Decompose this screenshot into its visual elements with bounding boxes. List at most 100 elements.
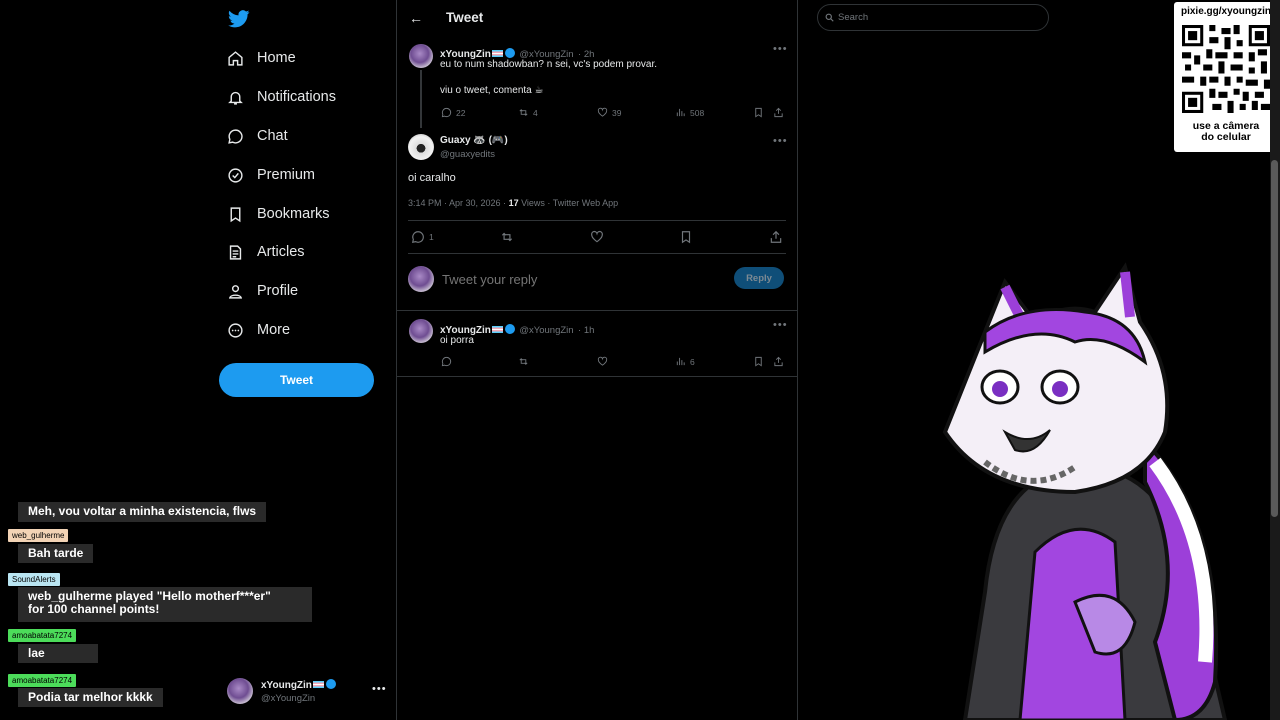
like-button[interactable]: 39 [597,107,621,118]
trans-flag-icon [491,326,503,333]
heart-icon [591,230,603,243]
chat-message: web_gulherme played "Hello motherf***er"… [18,587,312,622]
nav-label-notifications: Notifications [257,89,336,105]
divider [397,310,797,311]
twitter-logo-icon[interactable] [228,10,250,28]
reply-icon [441,107,452,118]
nav-item-profile[interactable]: Profile [227,279,298,303]
reply-input[interactable] [440,266,714,292]
heart-icon [597,356,608,366]
nav-item-bookmarks[interactable]: Bookmarks [227,202,330,226]
nav-label-bookmarks: Bookmarks [257,206,330,222]
retweet-count: 4 [533,107,538,118]
avatar [408,266,434,292]
avatar [408,134,434,160]
more-icon[interactable]: ••• [773,43,788,55]
retweet-icon [519,109,528,116]
articles-icon [229,244,242,260]
bookmark-icon [755,107,762,118]
avatar [409,319,433,343]
more-icon[interactable]: ••• [773,135,788,147]
divider [408,253,786,254]
share-icon [770,230,782,243]
qr-caption-line2: do celular [1201,131,1251,143]
page-header: ← Tweet [397,0,797,36]
retweet-button[interactable] [518,356,533,367]
reply-button[interactable] [441,356,456,367]
share-icon [774,356,783,367]
nav-label-chat: Chat [257,128,288,144]
chat-message-line2: for 100 channel points! [28,602,160,616]
tweet-text: oi caralho [408,172,456,184]
nav-item-premium[interactable]: Premium [227,163,315,187]
nav-item-more[interactable]: More [227,318,290,342]
bookmark-button[interactable] [679,230,697,244]
share-button[interactable] [773,107,788,118]
profile-icon [228,284,243,299]
chat-message: Podia tar melhor kkkk [18,688,163,707]
chat-icon [228,128,243,144]
like-button[interactable] [590,230,608,244]
nav-label-home: Home [257,50,296,66]
views-button[interactable]: 6 [675,356,695,367]
qr-code-icon [1182,25,1270,113]
reply-button[interactable]: 22 [441,107,465,118]
bookmark-icon [230,206,241,222]
author-handle: @xYoungZin [519,325,574,336]
bookmark-icon [755,356,762,367]
avatar [409,44,433,68]
bookmark-button[interactable] [753,356,768,367]
author-name: Guaxy 🦝 (🎮) [440,135,508,146]
reply-button[interactable]: 1 [411,230,434,244]
more-icon[interactable]: ••• [773,319,788,331]
reply-composer: Reply [397,262,797,302]
verified-icon [504,324,515,334]
reply-tweet[interactable]: xYoungZin @xYoungZin · 1h ••• oi porra 6 [397,316,797,376]
nav-item-articles[interactable]: Articles [227,240,305,264]
nav-item-notifications[interactable]: Notifications [227,85,336,109]
main-column: ← Tweet xYoungZin @xYoungZin · 2h ••• eu… [396,0,798,720]
retweet-icon [501,232,513,242]
parent-tweet[interactable]: xYoungZin @xYoungZin · 2h ••• eu to num … [397,40,797,128]
more-circle-icon [228,322,243,338]
back-arrow-icon[interactable]: ← [409,10,423,26]
bookmark-icon [681,231,691,244]
retweet-button[interactable]: 4 [518,107,538,118]
tweet-source: Views · Twitter Web App [518,198,619,208]
views-count: 6 [690,356,695,367]
chat-username: amoabatata7274 [8,674,77,687]
views-icon [676,108,685,117]
share-button[interactable] [773,356,788,367]
scrollbar-thumb[interactable] [1271,160,1278,517]
chat-message: lae [18,644,98,663]
account-name: xYoungZin [261,680,312,691]
divider [397,376,797,377]
like-button[interactable] [597,356,612,367]
retweet-button[interactable] [500,230,518,244]
tweet-time: · 1h [578,325,595,336]
bell-icon [228,91,243,105]
qr-url: pixie.gg/xyoungzin [1180,6,1271,17]
tweet-text-line2: viu o tweet, comenta ☕ [440,85,544,96]
like-count: 39 [612,107,622,118]
bookmark-button[interactable] [753,107,768,118]
chat-message: Bah tarde [18,544,94,563]
share-button[interactable] [769,230,787,244]
qr-code-overlay: pixie.gg/xyoungzin use a câmera do celul… [1174,2,1278,152]
account-more-icon[interactable]: ••• [372,683,387,695]
nav-item-chat[interactable]: Chat [227,124,288,148]
search-input[interactable] [817,4,1049,31]
chat-username: amoabatata7274 [8,629,77,642]
views-button[interactable]: 508 [675,107,704,118]
account-handle: @xYoungZin [261,693,316,704]
heart-icon [597,107,608,117]
tweet-button[interactable]: Tweet [219,363,374,397]
author-handle: @guaxyedits [440,149,496,160]
account-switcher[interactable]: xYoungZin @xYoungZin ••• [227,676,387,706]
tweet-view-count: 17 [508,198,519,208]
chat-username: web_gulherme [8,529,69,542]
search-icon [825,13,834,22]
home-icon [228,50,243,66]
nav-item-home[interactable]: Home [227,46,296,70]
reply-button[interactable]: Reply [734,267,784,289]
